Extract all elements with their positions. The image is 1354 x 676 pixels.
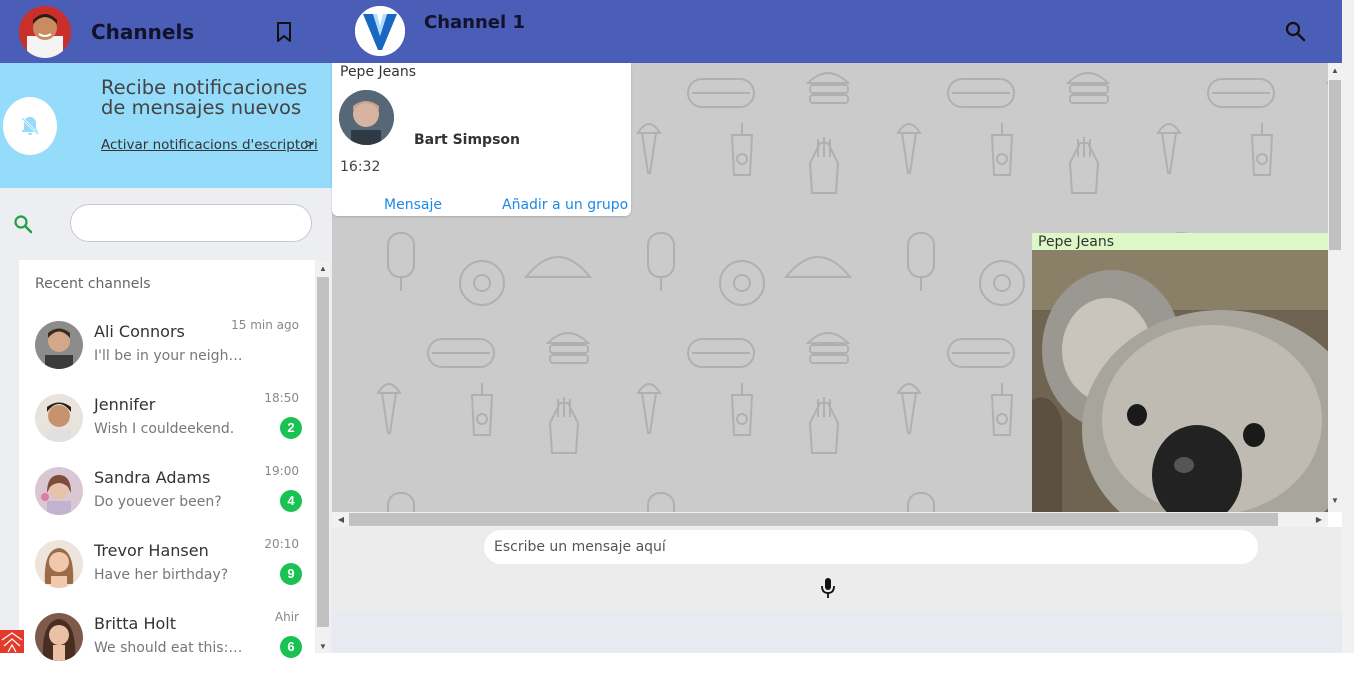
send-message-button[interactable]: Mensaje — [384, 197, 442, 213]
message-sender: Pepe Jeans — [1038, 234, 1114, 250]
message-time: 18:50 — [264, 391, 299, 405]
avatar — [35, 540, 83, 588]
channel-title: Channel 1 — [424, 12, 525, 33]
bookmark-icon[interactable] — [272, 20, 296, 44]
enable-notifications-link[interactable]: Activar notificacions d'escriptori — [101, 137, 318, 153]
list-item[interactable]: Jennifer Wish I couldeekend. 18:50 2 — [19, 384, 315, 457]
list-item[interactable]: Sandra Adams Do youever been? 19:00 4 — [19, 457, 315, 530]
avatar — [35, 467, 83, 515]
channel-avatar[interactable] — [355, 6, 405, 56]
unread-badge: 2 — [280, 417, 302, 439]
message-sender: Pepe Jeans — [340, 64, 416, 80]
sidebar-title: Channels — [91, 20, 195, 44]
list-item[interactable]: Britta Holt We should eat this: , S... A… — [19, 603, 315, 676]
message-time: 16:32 — [340, 159, 381, 175]
koala-photo[interactable] — [1032, 250, 1328, 512]
last-message: We should eat this: , S... — [94, 640, 244, 656]
microphone-icon[interactable] — [818, 577, 838, 599]
app-logo-icon — [0, 630, 24, 653]
contact-name: Sandra Adams — [94, 468, 211, 487]
scroll-up-arrow-icon[interactable]: ▲ — [316, 262, 330, 276]
contact-name: Britta Holt — [94, 614, 176, 633]
list-item[interactable]: Trevor Hansen Have her birthday? 20:10 9 — [19, 530, 315, 603]
window-scrollbar[interactable] — [1342, 0, 1354, 653]
bell-off-icon — [3, 97, 57, 155]
contact-avatar — [339, 90, 394, 145]
list-item[interactable]: Ali Connors I'll be in your neighborhood… — [19, 311, 315, 384]
avatar — [35, 394, 83, 442]
scroll-left-arrow-icon[interactable]: ◀ — [334, 512, 348, 527]
search-icon[interactable] — [1284, 20, 1306, 42]
avatar — [35, 321, 83, 369]
message-input[interactable] — [484, 530, 1258, 564]
scroll-right-arrow-icon[interactable]: ▶ — [1312, 512, 1326, 527]
chevron-right-icon: > — [304, 137, 315, 152]
last-message: Have her birthday? — [94, 567, 229, 583]
last-message: Wish I couldeekend. — [94, 421, 235, 437]
message-time: 19:00 — [264, 464, 299, 478]
scroll-up-arrow-icon[interactable]: ▲ — [1328, 64, 1342, 78]
contact-name: Bart Simpson — [414, 132, 520, 148]
unread-badge: 4 — [280, 490, 302, 512]
add-to-group-button[interactable]: Añadir a un grupo — [502, 197, 628, 213]
message-time: 15 min ago — [231, 318, 299, 332]
search-icon — [12, 213, 34, 235]
contact-name: Ali Connors — [94, 322, 185, 341]
last-message: Do youever been? — [94, 494, 222, 510]
channel-list-scrollbar-thumb[interactable] — [317, 277, 329, 627]
horizontal-scrollbar-thumb[interactable] — [349, 513, 1278, 526]
unread-badge: 6 — [280, 636, 302, 658]
contact-name: Jennifer — [94, 395, 156, 414]
avatar — [35, 613, 83, 661]
scroll-down-arrow-icon[interactable]: ▼ — [1328, 494, 1342, 508]
footer-band — [332, 613, 1342, 653]
last-message: I'll be in your neighborhood doing erran… — [94, 348, 244, 364]
search-input[interactable] — [70, 204, 312, 242]
message-time: 20:10 — [264, 537, 299, 551]
contact-name: Trevor Hansen — [94, 541, 209, 560]
scroll-down-arrow-icon[interactable]: ▼ — [316, 640, 330, 654]
user-avatar[interactable] — [19, 6, 71, 58]
message-area-scrollbar-thumb[interactable] — [1329, 80, 1341, 250]
message-time: Ahir — [274, 610, 299, 624]
unread-badge: 9 — [280, 563, 302, 585]
notification-title: Recibe notificaciones de mensajes nuevos — [101, 76, 308, 119]
recent-channels-label: Recent channels — [35, 276, 151, 292]
